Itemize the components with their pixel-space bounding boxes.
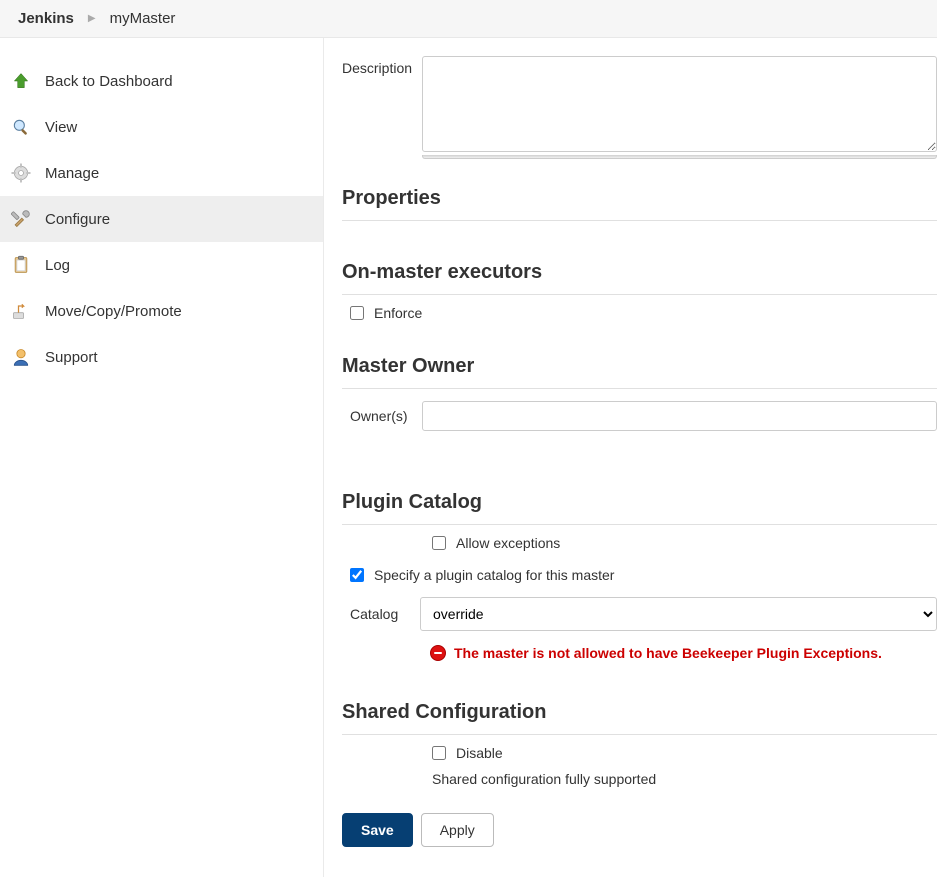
sidebar-item-label: Move/Copy/Promote bbox=[45, 303, 182, 320]
sidebar-item-label: Support bbox=[45, 349, 98, 366]
sidebar-item-label: Configure bbox=[45, 211, 110, 228]
specify-catalog-checkbox[interactable] bbox=[350, 568, 364, 582]
enforce-label: Enforce bbox=[374, 305, 422, 321]
textarea-resize-shadow bbox=[422, 155, 937, 159]
shared-help-text: Shared configuration fully supported bbox=[342, 771, 937, 787]
owner-heading: Master Owner bbox=[342, 355, 937, 389]
catalog-select-row: Catalog override bbox=[342, 597, 937, 631]
catalog-heading: Plugin Catalog bbox=[342, 491, 937, 525]
allow-exceptions-checkbox[interactable] bbox=[432, 536, 446, 550]
catalog-error: The master is not allowed to have Beekee… bbox=[430, 645, 937, 661]
sidebar-item-back[interactable]: Back to Dashboard bbox=[0, 58, 323, 104]
executors-heading: On-master executors bbox=[342, 261, 937, 295]
allow-exceptions-row: Allow exceptions bbox=[342, 525, 937, 557]
sidebar-item-manage[interactable]: Manage bbox=[0, 150, 323, 196]
specify-catalog-row: Specify a plugin catalog for this master bbox=[342, 557, 937, 589]
sidebar-item-support[interactable]: Support bbox=[0, 334, 323, 380]
breadcrumb: Jenkins ▶ myMaster bbox=[0, 0, 937, 38]
save-button[interactable]: Save bbox=[342, 813, 413, 847]
button-bar: Save Apply bbox=[342, 813, 937, 847]
apply-button[interactable]: Apply bbox=[421, 813, 494, 847]
move-icon bbox=[10, 300, 32, 322]
support-icon bbox=[10, 346, 32, 368]
chevron-right-icon: ▶ bbox=[88, 13, 96, 24]
description-row: Description bbox=[342, 56, 937, 159]
owner-label: Owner(s) bbox=[342, 408, 422, 424]
description-textarea[interactable] bbox=[422, 56, 937, 152]
sidebar-item-label: Log bbox=[45, 257, 70, 274]
up-arrow-icon bbox=[10, 70, 32, 92]
enforce-row: Enforce bbox=[342, 295, 937, 327]
properties-heading: Properties bbox=[342, 187, 937, 221]
sidebar-item-view[interactable]: View bbox=[0, 104, 323, 150]
catalog-select[interactable]: override bbox=[420, 597, 937, 631]
breadcrumb-item[interactable]: myMaster bbox=[110, 10, 176, 27]
sidebar-item-move[interactable]: Move/Copy/Promote bbox=[0, 288, 323, 334]
sidebar-item-label: Manage bbox=[45, 165, 99, 182]
clipboard-icon bbox=[10, 254, 32, 276]
magnifier-icon bbox=[10, 116, 32, 138]
main-content: Description Properties On-master executo… bbox=[324, 38, 937, 877]
description-label: Description bbox=[342, 56, 422, 76]
error-message: The master is not allowed to have Beekee… bbox=[454, 645, 882, 661]
enforce-checkbox[interactable] bbox=[350, 306, 364, 320]
owner-input[interactable] bbox=[422, 401, 937, 431]
sidebar-item-log[interactable]: Log bbox=[0, 242, 323, 288]
error-icon bbox=[430, 645, 446, 661]
disable-checkbox[interactable] bbox=[432, 746, 446, 760]
sidebar-item-label: Back to Dashboard bbox=[45, 73, 173, 90]
sidebar-item-configure[interactable]: Configure bbox=[0, 196, 323, 242]
sidebar: Back to Dashboard View Manage Configure bbox=[0, 38, 324, 877]
owner-row: Owner(s) bbox=[342, 401, 937, 431]
breadcrumb-root[interactable]: Jenkins bbox=[18, 10, 74, 27]
allow-exceptions-label: Allow exceptions bbox=[456, 535, 560, 551]
disable-row: Disable bbox=[342, 735, 937, 767]
specify-catalog-label: Specify a plugin catalog for this master bbox=[374, 567, 614, 583]
disable-label: Disable bbox=[456, 745, 503, 761]
shared-heading: Shared Configuration bbox=[342, 701, 937, 735]
catalog-label: Catalog bbox=[342, 606, 420, 622]
tools-icon bbox=[10, 208, 32, 230]
sidebar-item-label: View bbox=[45, 119, 77, 136]
gear-icon bbox=[10, 162, 32, 184]
